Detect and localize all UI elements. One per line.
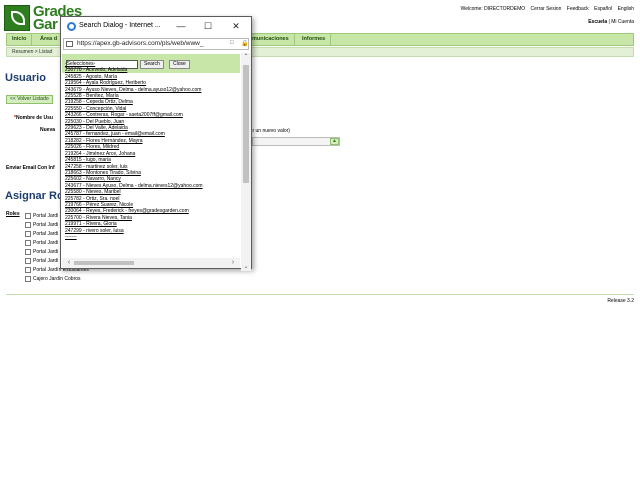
account-link[interactable]: Mi Cuenta	[611, 19, 634, 25]
horizontal-scrollbar[interactable]: ‹ ›	[62, 258, 240, 268]
role-checkbox[interactable]	[25, 266, 31, 273]
scroll-up-icon[interactable]: ⌃	[241, 53, 251, 61]
logout-link[interactable]: Cerrar Sesion	[531, 6, 562, 12]
role-checkbox[interactable]	[25, 248, 31, 255]
dialog-titlebar[interactable]: Search Dialog - Internet ... — ☐ ✕	[61, 17, 251, 36]
new-label: Nueva	[40, 127, 56, 133]
role-checkbox[interactable]	[25, 275, 31, 282]
maximize-icon[interactable]: ☐	[198, 19, 218, 34]
list-item[interactable]: 230064 - Reyes, Frederick - freyes@grade…	[65, 208, 203, 214]
list-item[interactable]: 243266 - Contreras, Rogar - saeta2007ff@…	[65, 112, 203, 118]
release-version: Release 3.2	[607, 298, 634, 304]
scroll-down-icon[interactable]: ⌄	[241, 263, 251, 271]
roles-label: Roles	[6, 211, 20, 217]
vertical-scrollbar[interactable]: ⌃ ⌄	[241, 53, 251, 271]
vertical-scroll-thumb[interactable]	[243, 65, 249, 183]
address-url: https://apex.gb-advisors.com/pls/web/www…	[77, 40, 204, 47]
nav-area[interactable]: Área d	[35, 34, 64, 45]
spanish-link[interactable]: Español	[594, 6, 612, 12]
role-checkbox[interactable]	[25, 230, 31, 237]
page-title: Usuario	[5, 72, 46, 84]
leaf-icon	[4, 5, 30, 31]
role-checkbox[interactable]	[25, 239, 31, 246]
page-icon	[66, 41, 73, 47]
english-link[interactable]: English	[618, 6, 634, 12]
role-item: Cajero Jardín Cobros	[25, 274, 89, 283]
address-bar[interactable]: https://apex.gb-advisors.com/pls/web/www…	[63, 38, 249, 50]
school-bar: Escuela | Mi Cuenta	[588, 19, 634, 25]
ie-browser-icon	[67, 22, 76, 31]
value-combo[interactable]	[252, 137, 340, 146]
user-name-label: *Nombre de Usu	[14, 115, 53, 121]
combo-up-icon[interactable]: ▲	[330, 138, 339, 145]
nav-comunicaciones[interactable]: municaciones	[247, 34, 295, 45]
nav-inicio[interactable]: Inicio	[7, 34, 33, 45]
dialog-title: Search Dialog - Internet ...	[79, 22, 161, 29]
feedback-link[interactable]: Feedback	[567, 6, 589, 12]
close-icon[interactable]: ✕	[226, 19, 246, 34]
role-checkbox[interactable]	[25, 221, 31, 228]
assign-roles-title: Asignar Rol	[5, 190, 67, 202]
top-links: Welcome: DIRECTORDEMO Cerrar Sesion Feed…	[457, 6, 634, 12]
horizontal-scroll-thumb[interactable]	[74, 261, 134, 265]
scroll-left-icon[interactable]: ‹	[64, 258, 74, 268]
send-email-label: Enviar Email Con Inf	[6, 165, 55, 171]
role-checkbox[interactable]	[25, 212, 31, 219]
school-label: Escuela	[588, 19, 608, 25]
page-action-icon[interactable]: □	[230, 40, 234, 46]
back-to-list-button[interactable]: << Volver Listado	[6, 95, 53, 104]
scroll-right-icon[interactable]: ›	[228, 258, 238, 268]
role-checkbox[interactable]	[25, 257, 31, 264]
welcome-text: Welcome: DIRECTORDEMO	[460, 6, 526, 12]
footer-divider	[6, 294, 634, 295]
search-dialog-window: Search Dialog - Internet ... — ☐ ✕ https…	[60, 16, 252, 271]
lock-icon[interactable]: 🔒	[241, 40, 248, 47]
nav-informes[interactable]: Informes	[297, 34, 332, 45]
list-item[interactable]: -------	[65, 234, 203, 240]
minimize-icon[interactable]: —	[171, 19, 191, 34]
results-list: -Selecciones- 230770 - Acevedo, Adelaida…	[65, 61, 203, 240]
